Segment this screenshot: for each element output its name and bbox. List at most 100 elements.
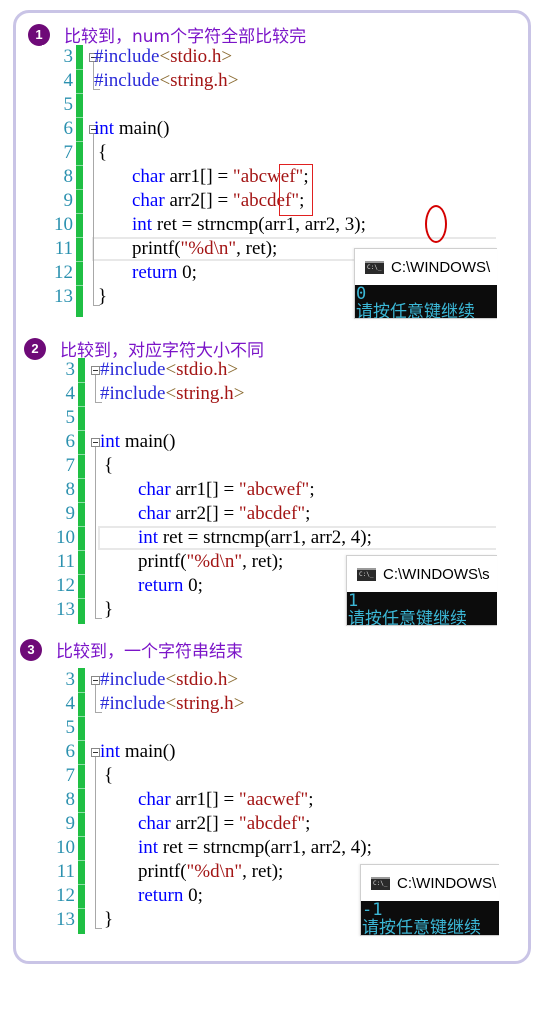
step-badge: 2 <box>24 337 46 360</box>
preprocessor-include: #include <box>94 46 160 67</box>
header-name: string.h <box>176 383 234 404</box>
keyword-int: int <box>100 741 121 762</box>
angle-bracket: < <box>165 359 177 380</box>
line-number: 12 <box>54 262 73 283</box>
bar-separator <box>76 117 83 118</box>
console-window[interactable]: C:\WINDOWS\s 1请按任意键继续 <box>346 555 497 626</box>
line-number: 5 <box>65 407 76 428</box>
angle-bracket: > <box>227 669 239 690</box>
fold-guide <box>95 447 96 618</box>
main-signature: main() <box>120 741 176 762</box>
code-line: char arr2[] = "abcdef"; <box>138 812 310 836</box>
angle-bracket: < <box>159 70 171 91</box>
printf-call: printf( <box>138 551 187 572</box>
line-number: 11 <box>56 551 75 572</box>
line-number: 9 <box>63 190 74 211</box>
console-prompt: 请按任意键继续 <box>356 302 475 319</box>
code-line: return 0; <box>132 261 197 285</box>
keyword-char: char <box>138 503 171 524</box>
code-line: char arr2[] = "abcdef"; <box>138 502 310 526</box>
code-line: } <box>104 908 113 932</box>
arr1-declaration: arr1[] = <box>170 479 239 500</box>
keyword-return: return <box>132 262 178 283</box>
bar-separator <box>78 526 85 527</box>
cmd-icon <box>371 876 390 890</box>
num-argument: 3 <box>344 214 355 235</box>
section-title: 1 比较到，num个字符全部比较完 <box>28 22 306 47</box>
console-title-bar[interactable]: C:\WINDOWS\ <box>355 249 497 285</box>
header-name: stdio.h <box>176 359 228 380</box>
bar-separator <box>78 454 85 455</box>
close-brace: } <box>98 286 108 307</box>
console-result: -1 <box>362 900 383 920</box>
cmd-icon <box>365 260 384 274</box>
console-prompt: 请按任意键继续 <box>348 609 467 626</box>
printf-args: , ret); <box>236 238 278 259</box>
bar-separator <box>78 836 85 837</box>
line-number: 4 <box>65 383 76 404</box>
angle-bracket: > <box>227 70 239 91</box>
collapse-main-icon[interactable] <box>91 438 100 447</box>
code-line: { <box>104 454 113 478</box>
code-line: int ret = strncmp(arr1, arr2, 3); <box>132 213 366 237</box>
line-number: 13 <box>54 286 73 307</box>
open-brace: { <box>98 142 108 163</box>
num-argument: 4 <box>350 837 361 858</box>
console-prompt: 请按任意键继续 <box>362 918 481 936</box>
code-line: int main() <box>94 117 169 141</box>
header-name: string.h <box>170 70 228 91</box>
strncmp-call: ret = strncmp(arr1, arr2, <box>158 837 351 858</box>
console-window[interactable]: C:\WINDOWS\ -1请按任意键继续 <box>360 864 499 936</box>
keyword-int: int <box>100 431 121 452</box>
line-number: 10 <box>56 837 75 858</box>
bar-separator <box>78 788 85 789</box>
string-quote: " <box>232 190 241 211</box>
call-close: ); <box>360 837 372 858</box>
string-quote: " <box>238 813 247 834</box>
section-heading: 比较到，一个字符串结束 <box>56 642 243 662</box>
bar-separator <box>78 598 85 599</box>
open-brace: { <box>104 765 114 786</box>
printf-call: printf( <box>132 238 181 259</box>
code-line: { <box>98 141 107 165</box>
keyword-int: int <box>132 214 153 235</box>
bar-separator <box>76 69 83 70</box>
line-number: 3 <box>65 359 76 380</box>
header-name: stdio.h <box>170 46 222 67</box>
bar-separator <box>78 430 85 431</box>
bar-separator <box>78 884 85 885</box>
console-title-bar[interactable]: C:\WINDOWS\ <box>361 865 499 901</box>
line-number: 9 <box>65 503 76 524</box>
fold-guide <box>95 375 96 402</box>
console-result: 1 <box>348 591 359 611</box>
console-window[interactable]: C:\WINDOWS\ 0请按任意键继续 <box>354 248 497 319</box>
semicolon: ; <box>305 813 311 834</box>
collapse-main-icon[interactable] <box>91 748 100 757</box>
bar-separator <box>78 574 85 575</box>
highlight-box-common-prefix <box>279 164 313 216</box>
strncmp-call: ret = strncmp(arr1, arr2, <box>152 214 345 235</box>
console-title-bar[interactable]: C:\WINDOWS\s <box>347 556 497 592</box>
code-line: printf("%d\n", ret); <box>138 860 283 884</box>
line-number: 4 <box>65 693 76 714</box>
semicolon: ; <box>308 789 314 810</box>
code-line: int ret = strncmp(arr1, arr2, 4); <box>138 836 372 860</box>
collapse-includes-icon[interactable] <box>91 676 100 685</box>
format-string: "%d\n" <box>186 861 243 882</box>
string-quote: " <box>238 479 247 500</box>
close-brace: } <box>104 909 114 930</box>
line-number: 9 <box>65 813 76 834</box>
angle-bracket: < <box>165 693 177 714</box>
preprocessor-include: #include <box>94 70 160 91</box>
bar-separator <box>78 716 85 717</box>
code-line: #include<string.h> <box>100 382 244 406</box>
bar-separator <box>78 908 85 909</box>
code-line: #include<stdio.h> <box>100 668 238 692</box>
line-number: 7 <box>63 142 74 163</box>
line-number: 4 <box>63 70 74 91</box>
keyword-char: char <box>132 190 165 211</box>
line-number: 7 <box>65 765 76 786</box>
highlight-oval-num <box>425 205 447 243</box>
code-line: return 0; <box>138 884 203 908</box>
collapse-includes-icon[interactable] <box>91 366 100 375</box>
